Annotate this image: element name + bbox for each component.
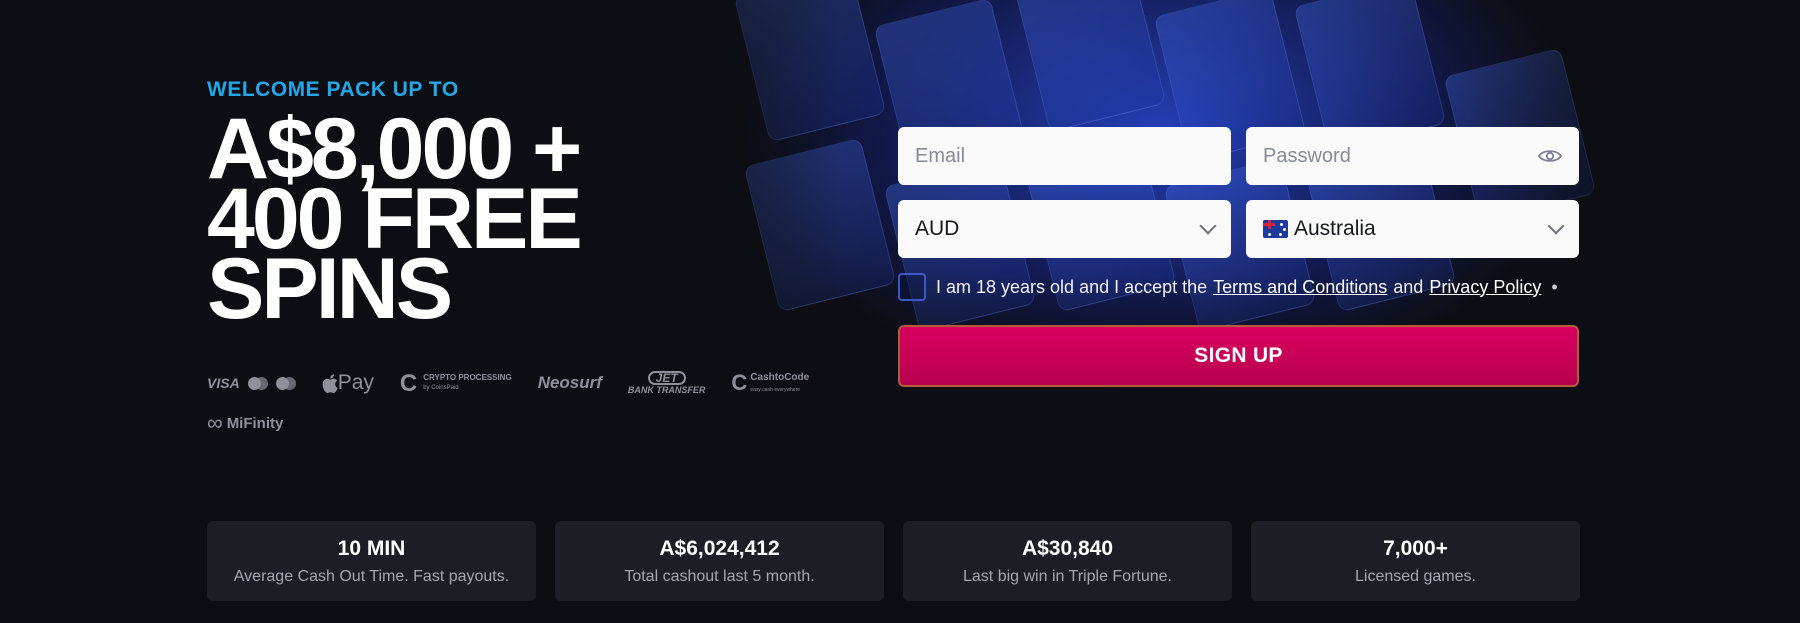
australia-flag-icon <box>1263 220 1288 238</box>
mifinity-logo: ∞ MiFinity <box>207 410 284 435</box>
stat-label: Average Cash Out Time. Fast payouts. <box>233 567 510 585</box>
jet-bank-transfer-logo: JET BANK TRANSFER <box>627 371 706 395</box>
stat-value: A$6,024,412 <box>659 536 780 560</box>
crypto-c-icon: C <box>399 369 418 397</box>
apple-icon <box>322 373 338 393</box>
password-field-wrapper <box>1246 127 1579 185</box>
stat-label: Total cashout last 5 month. <box>624 567 815 585</box>
stat-card-licensed-games: 7,000+ Licensed games. <box>1251 521 1580 601</box>
country-value: Australia <box>1294 217 1376 240</box>
chevron-down-icon <box>1199 217 1217 235</box>
chevron-down-icon <box>1547 217 1565 235</box>
stat-label: Last big win in Triple Fortune. <box>963 567 1172 585</box>
sign-up-button[interactable]: SIGN UP <box>898 325 1579 387</box>
terms-consent: I am 18 years old and I accept the Terms… <box>898 273 1579 301</box>
cashtocode-logo: C CashtoCode easy cash everywhere <box>731 370 810 395</box>
stat-card-big-win: A$30,840 Last big win in Triple Fortune. <box>903 521 1232 601</box>
age-terms-checkbox[interactable] <box>898 273 926 301</box>
terms-and-conditions-link[interactable]: Terms and Conditions <box>1213 277 1387 298</box>
email-field-wrapper <box>898 127 1231 185</box>
hero-section: WELCOME PACK UP TO A$8,000 + 400 FREE SP… <box>207 78 583 332</box>
stat-value: A$30,840 <box>1021 536 1114 560</box>
password-field[interactable] <box>1263 144 1538 168</box>
show-password-eye-icon[interactable] <box>1538 148 1562 164</box>
stat-card-cashout-time: 10 MIN Average Cash Out Time. Fast payou… <box>207 521 536 601</box>
maestro-icon <box>275 376 296 390</box>
currency-value: AUD <box>915 217 960 240</box>
required-mark: • <box>1551 276 1558 297</box>
neosurf-logo: Neosurf <box>537 373 602 392</box>
currency-select[interactable]: AUD <box>898 200 1231 258</box>
cashtocode-c-icon: C <box>731 370 748 395</box>
welcome-label: WELCOME PACK UP TO <box>207 78 459 101</box>
crypto-processing-logo: C CRYPTO PROCESSING by CoinsPaid <box>399 369 512 397</box>
welcome-offer-headline: A$8,000 + 400 FREE SPINS <box>207 106 583 332</box>
apple-pay-logo: Pay <box>322 371 374 395</box>
stat-value: 10 MIN <box>337 536 406 560</box>
visa-logo: VISA <box>207 375 240 391</box>
stat-label: Licensed games. <box>1355 567 1476 585</box>
stats-bar: 10 MIN Average Cash Out Time. Fast payou… <box>207 521 1580 601</box>
email-field[interactable] <box>915 144 1214 168</box>
visa-mastercard-logo: VISA <box>207 375 296 391</box>
payment-methods: VISA Pay C CRYPTO PROCESSING by CoinsPaid… <box>207 368 810 438</box>
stat-value: 7,000+ <box>1383 536 1448 560</box>
stat-card-total-cashout: A$6,024,412 Total cashout last 5 month. <box>555 521 884 601</box>
mastercard-icon <box>247 376 268 390</box>
privacy-policy-link[interactable]: Privacy Policy <box>1429 277 1541 298</box>
terms-text: I am 18 years old and I accept the <box>936 276 1208 297</box>
country-select[interactable]: Australia <box>1246 200 1579 258</box>
infinity-icon: ∞ <box>207 410 223 435</box>
signup-form: AUD Australia I am 18 years old and I ac… <box>898 127 1579 387</box>
